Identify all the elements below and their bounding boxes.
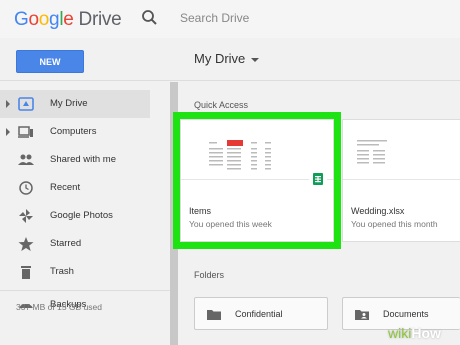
quick-access-label: Quick Access [194,100,249,110]
sidebar-item-my-drive[interactable]: My Drive [0,90,150,118]
new-button[interactable]: NEW [16,50,84,73]
sidebar-item-starred[interactable]: Starred [0,230,150,258]
folders-label: Folders [194,270,225,280]
sidebar-item-shared-with-me[interactable]: Shared with me [0,146,150,174]
storage-usage: 337 MB of 15 GB used [16,302,102,312]
search-input[interactable] [170,4,460,32]
folder-name: Confidential [235,309,283,319]
google-drive-logo[interactable]: Google Drive [14,9,122,31]
spreadsheet-preview [357,140,387,164]
top-bar: Google Drive [0,0,460,38]
quick-access-card-wedding[interactable]: Wedding.xlsx You opened this month [342,119,460,242]
shared-folder-icon [355,310,369,320]
location-title: My Drive [194,51,246,66]
people-icon [18,154,34,165]
pinwheel-icon [19,209,33,223]
sidebar-item-google-photos[interactable]: Google Photos [0,202,150,230]
sidebar-item-recent[interactable]: Recent [0,174,150,202]
search-icon[interactable] [140,8,160,28]
folder-name: Documents [383,309,429,319]
clock-icon [19,181,33,195]
drive-icon [18,97,34,111]
wikihow-watermark: wikiHow [388,325,441,341]
trash-icon [21,266,31,279]
location-dropdown[interactable]: My Drive [194,51,260,66]
sidebar: My Drive Computers Shared with me Recent… [0,82,170,345]
highlight-box [173,112,341,249]
file-subtitle: You opened this month [351,219,438,229]
sidebar-item-computers[interactable]: Computers [0,118,150,146]
computer-icon [18,126,33,138]
header-divider [0,80,460,81]
folder-icon [207,310,221,320]
product-name: Drive [78,9,122,30]
sidebar-item-trash[interactable]: Trash [0,258,150,286]
spreadsheet-thumbnail [343,120,460,180]
caret-down-icon [251,57,260,62]
folder-confidential[interactable]: Confidential [194,297,328,330]
star-icon [18,237,34,251]
expand-arrow-icon[interactable] [6,100,10,108]
expand-arrow-icon[interactable] [6,128,10,136]
file-name: Wedding.xlsx [351,206,405,216]
sidebar-divider [0,290,170,291]
